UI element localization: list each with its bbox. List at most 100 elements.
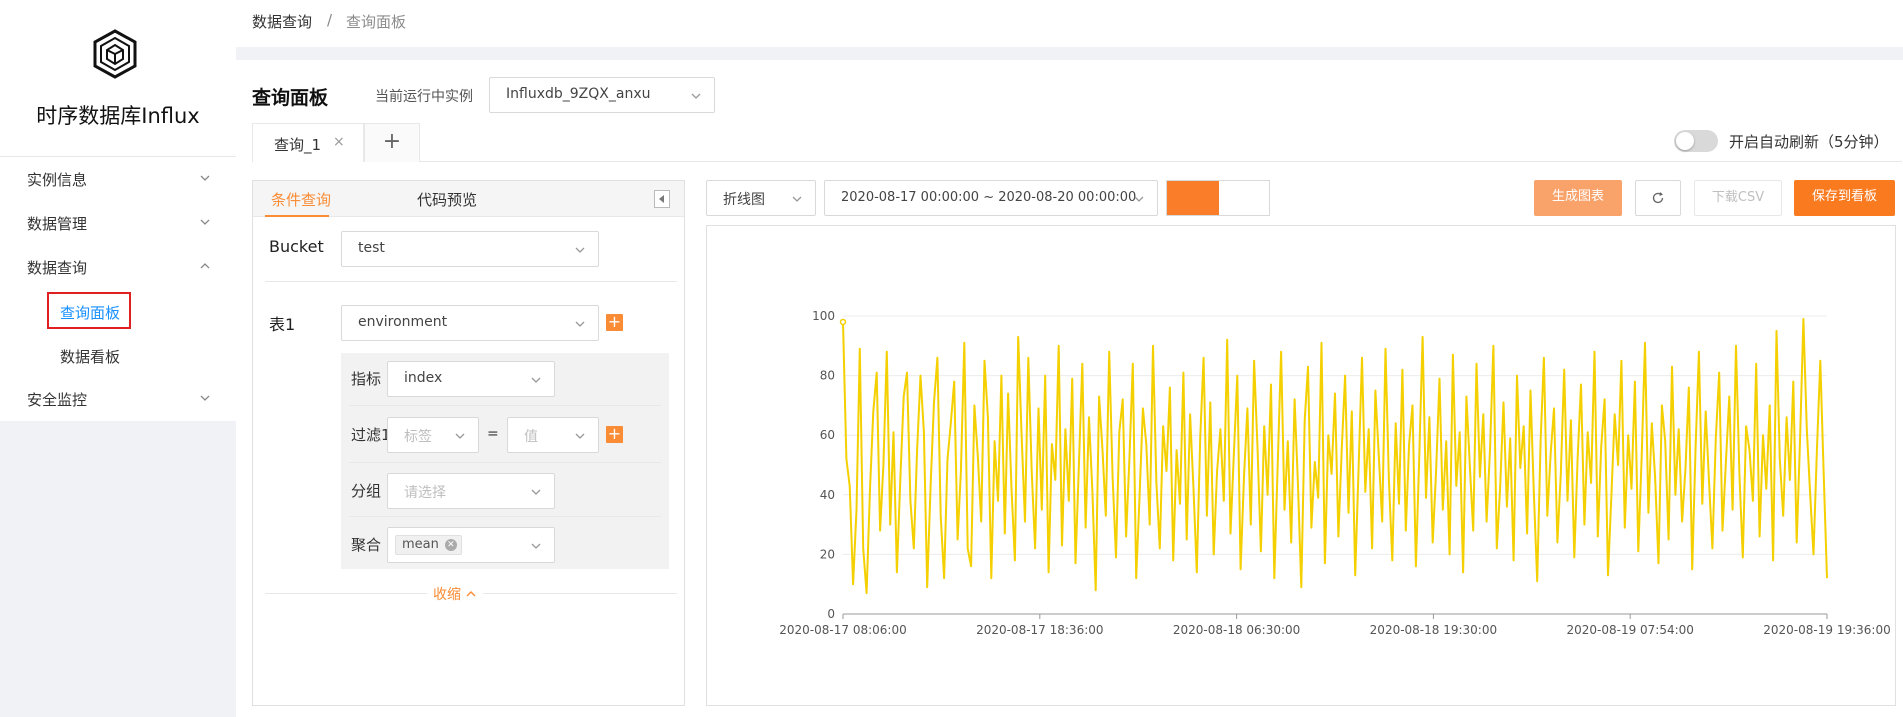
query-panel: 条件查询 代码预览 Bucket test 表1 environment + 指… <box>252 180 685 706</box>
table-select-value: environment <box>358 314 448 330</box>
aggregate-tag-label: mean <box>402 537 439 552</box>
chevron-down-icon <box>575 321 585 327</box>
x-tick-label: 2020-08-19 19:36:00 <box>1763 623 1890 637</box>
auto-refresh-label: 开启自动刷新（5分钟） <box>1729 133 1889 151</box>
aggregate-tag[interactable]: mean ✕ <box>395 535 462 555</box>
color-picker[interactable] <box>1166 180 1270 216</box>
sidebar-subitem-label: 数据看板 <box>60 348 121 366</box>
table-options-box: 指标 index 过滤1 标签 = 值 + 分组 请选择 聚合 mean ✕ <box>341 353 669 569</box>
influx-logo-icon <box>93 29 137 79</box>
series-line-0 <box>842 318 1828 595</box>
query-tabs: 条件查询 代码预览 <box>253 181 684 217</box>
chevron-down-icon <box>531 489 541 495</box>
chart-type-select[interactable]: 折线图 <box>706 180 816 216</box>
series-start-point <box>839 318 847 326</box>
instance-select-value: Influxdb_9ZQX_anxu <box>506 86 651 102</box>
divider <box>349 405 661 406</box>
main-panel: 查询面板 当前运行中实例 Influxdb_9ZQX_anxu 查询_1 × +… <box>236 60 1903 717</box>
filter-tag-select[interactable]: 标签 <box>387 417 479 453</box>
sidebar-item-label: 数据查询 <box>27 259 88 277</box>
collapse-panel-button[interactable] <box>654 190 670 208</box>
toggle-knob <box>1676 132 1694 150</box>
y-tick-label: 100 <box>812 309 835 323</box>
chevron-down-icon <box>575 433 585 439</box>
y-tick-label: 60 <box>820 428 835 442</box>
sidebar-item-security-monitor[interactable]: 安全监控 <box>0 378 236 418</box>
chevron-down-icon <box>575 247 585 253</box>
tab-query-1[interactable]: 查询_1 × <box>252 123 364 162</box>
auto-refresh-toggle[interactable] <box>1674 130 1718 152</box>
filter-value-select[interactable]: 值 <box>507 417 599 453</box>
table-select[interactable]: environment <box>341 305 599 341</box>
x-tick-label: 2020-08-18 19:30:00 <box>1370 623 1497 637</box>
generate-chart-button[interactable]: 生成图表 <box>1534 180 1622 216</box>
chevron-up-icon <box>466 591 476 597</box>
add-table-button[interactable]: + <box>606 314 623 331</box>
divider <box>265 281 677 282</box>
chart-area: 0 20 40 60 80 100 2020-08-17 08:06:00 2020-08-1… <box>706 225 1896 706</box>
refresh-button[interactable] <box>1635 180 1681 216</box>
x-tick-label: 2020-08-19 07:54:00 <box>1566 623 1693 637</box>
metric-select[interactable]: index <box>387 361 555 397</box>
divider <box>349 462 661 463</box>
remove-tag-icon[interactable]: ✕ <box>444 539 457 551</box>
collapse-label: 收缩 <box>433 587 461 603</box>
x-tick-label: 2020-08-17 18:36:00 <box>976 623 1103 637</box>
breadcrumb-current: 查询面板 <box>346 13 407 31</box>
filter-value-placeholder: 值 <box>524 429 538 445</box>
active-tab-underline <box>265 215 329 217</box>
y-tick-label: 40 <box>820 488 835 502</box>
chevron-down-icon <box>1134 196 1144 202</box>
sidebar-panel: 时序数据库Influx 实例信息 数据管理 数据查询 查询面板 数据看板 安全监… <box>0 0 236 421</box>
download-csv-button[interactable]: 下载CSV <box>1694 180 1782 216</box>
y-tick-label: 20 <box>820 547 835 561</box>
table-label: 表1 <box>269 315 296 334</box>
sidebar-item-label: 安全监控 <box>27 391 88 409</box>
chevron-down-icon <box>455 433 465 439</box>
bucket-label: Bucket <box>269 237 324 256</box>
sidebar-item-data-query[interactable]: 数据查询 <box>0 246 236 286</box>
chevron-down-icon <box>531 543 541 549</box>
sidebar-item-data-management[interactable]: 数据管理 <box>0 202 236 242</box>
add-tab-button[interactable]: + <box>364 123 420 162</box>
breadcrumb: 数据查询 / 查询面板 <box>236 0 1903 47</box>
chevron-down-icon <box>200 395 210 401</box>
save-to-board-button[interactable]: 保存到看板 <box>1794 180 1895 216</box>
tab-condition-query[interactable]: 条件查询 <box>271 189 331 210</box>
sidebar-item-label: 数据管理 <box>27 215 88 233</box>
close-icon[interactable]: × <box>333 134 345 150</box>
chevron-down-icon <box>792 196 802 202</box>
chart-type-value: 折线图 <box>723 192 765 208</box>
sidebar-item-instance-info[interactable]: 实例信息 <box>0 158 236 198</box>
instance-select[interactable]: Influxdb_9ZQX_anxu <box>489 77 715 113</box>
x-tick-label: 2020-08-18 06:30:00 <box>1173 623 1300 637</box>
active-highlight-box <box>47 292 131 329</box>
x-tick-label: 2020-08-17 08:06:00 <box>779 623 906 637</box>
bucket-select-value: test <box>358 240 385 256</box>
app-root: 时序数据库Influx 实例信息 数据管理 数据查询 查询面板 数据看板 安全监… <box>0 0 1903 717</box>
aggregate-label: 聚合 <box>351 536 382 554</box>
add-filter-button[interactable]: + <box>606 426 623 443</box>
group-label: 分组 <box>351 482 382 500</box>
y-tick-label: 0 <box>827 607 835 621</box>
group-select-placeholder: 请选择 <box>404 485 446 501</box>
metric-select-value: index <box>404 370 443 386</box>
time-range-picker[interactable]: 2020-08-17 00:00:00 ~ 2020-08-20 00:00:0… <box>824 180 1158 216</box>
bucket-select[interactable]: test <box>341 231 599 267</box>
tab-code-preview[interactable]: 代码预览 <box>417 189 477 210</box>
chevron-down-icon <box>531 377 541 383</box>
divider <box>0 156 236 157</box>
breadcrumb-parent[interactable]: 数据查询 <box>252 11 312 32</box>
filter-equals: = <box>487 426 499 442</box>
app-title: 时序数据库Influx <box>36 104 200 128</box>
collapse-button[interactable]: 收缩 <box>427 584 484 604</box>
group-select[interactable]: 请选择 <box>387 473 555 509</box>
aggregate-select[interactable]: mean ✕ <box>387 527 555 563</box>
sidebar-subitem-data-board[interactable]: 数据看板 <box>0 335 236 375</box>
line-chart: 0 20 40 60 80 100 2020-08-17 08:06:00 2020-08-1… <box>779 309 1890 637</box>
divider <box>349 516 661 517</box>
tab-label: 查询_1 <box>274 136 322 154</box>
refresh-icon <box>1652 192 1664 204</box>
caret-left-icon <box>659 195 664 203</box>
sidebar-item-label: 实例信息 <box>27 171 88 189</box>
